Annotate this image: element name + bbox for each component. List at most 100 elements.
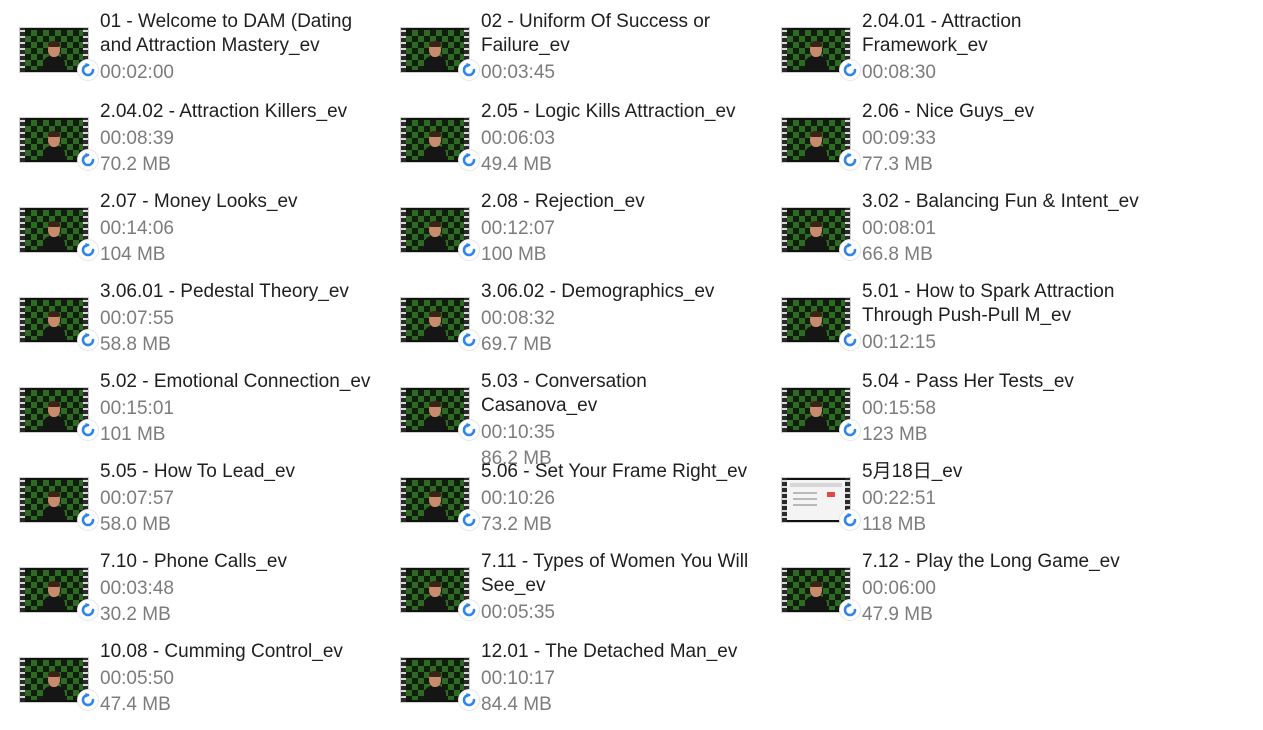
video-thumbnail[interactable] bbox=[20, 568, 98, 620]
file-duration: 00:08:32 bbox=[481, 308, 555, 329]
file-item[interactable]: 2.08 - Rejection_ev 00:12:07 100 MB bbox=[401, 190, 782, 280]
person-body bbox=[424, 56, 446, 70]
file-name: 2.04.01 - Attraction Framework_ev bbox=[862, 11, 1022, 56]
person-hair bbox=[48, 131, 60, 137]
file-size: 100 MB bbox=[481, 244, 547, 265]
file-duration: 00:05:50 bbox=[100, 668, 174, 689]
file-item[interactable]: 7.11 - Types of Women You Will See_ev 00:… bbox=[401, 550, 782, 640]
file-size: 73.2 MB bbox=[481, 514, 552, 535]
person-figure bbox=[43, 38, 65, 70]
file-meta: 2.05 - Logic Kills Attraction_ev 00:06:03… bbox=[481, 100, 761, 178]
person-body bbox=[805, 56, 827, 70]
video-thumbnail[interactable] bbox=[782, 28, 860, 80]
video-thumbnail[interactable] bbox=[20, 658, 98, 710]
file-item[interactable]: 7.10 - Phone Calls_ev 00:03:48 30.2 MB bbox=[20, 550, 401, 640]
thumbnail-frame bbox=[406, 660, 464, 700]
sync-arrow-icon bbox=[840, 240, 860, 260]
file-duration: 00:06:00 bbox=[862, 578, 936, 599]
file-item[interactable]: 3.06.02 - Demographics_ev 00:08:32 69.7 MB bbox=[401, 280, 782, 370]
file-duration: 00:14:06 bbox=[100, 218, 174, 239]
video-thumbnail[interactable] bbox=[401, 118, 479, 170]
person-figure bbox=[424, 488, 446, 520]
sync-arrow-icon bbox=[459, 420, 479, 440]
video-thumbnail[interactable] bbox=[20, 208, 98, 260]
file-duration: 00:10:17 bbox=[481, 668, 555, 689]
person-body bbox=[424, 416, 446, 430]
file-item[interactable]: 5.05 - How To Lead_ev 00:07:57 58.0 MB bbox=[20, 460, 401, 550]
video-thumbnail[interactable] bbox=[20, 28, 98, 80]
file-size: 58.8 MB bbox=[100, 334, 171, 355]
video-thumbnail[interactable] bbox=[401, 28, 479, 80]
file-size: 49.4 MB bbox=[481, 154, 552, 175]
person-hair bbox=[429, 671, 441, 677]
file-meta: 3.02 - Balancing Fun & Intent_ev 00:08:01… bbox=[862, 190, 1142, 268]
video-thumbnail[interactable] bbox=[782, 568, 860, 620]
video-thumbnail[interactable] bbox=[20, 478, 98, 530]
file-item[interactable]: 5.01 - How to Spark Attraction Through P… bbox=[782, 280, 1163, 370]
file-duration: 00:03:45 bbox=[481, 62, 555, 83]
video-thumbnail[interactable] bbox=[782, 298, 860, 350]
video-thumbnail[interactable] bbox=[782, 478, 860, 530]
sync-arrow-icon bbox=[840, 420, 860, 440]
file-name: 01 - Welcome to DAM (Dating and Attracti… bbox=[100, 11, 353, 56]
sync-arrow-icon bbox=[459, 240, 479, 260]
person-hair bbox=[429, 401, 441, 407]
file-item[interactable]: 2.04.02 - Attraction Killers_ev 00:08:39 7… bbox=[20, 100, 401, 190]
person-body bbox=[43, 416, 65, 430]
person-body bbox=[424, 326, 446, 340]
file-item[interactable]: 12.01 - The Detached Man_ev 00:10:17 84.4 … bbox=[401, 640, 782, 730]
file-name: 5月18日_ev bbox=[862, 461, 963, 482]
file-item[interactable]: 5.03 - Conversation Casanova_ev 00:10:35 8… bbox=[401, 370, 782, 469]
file-item[interactable]: 7.12 - Play the Long Game_ev 00:06:00 47.9… bbox=[782, 550, 1163, 640]
person-figure bbox=[43, 128, 65, 160]
file-item[interactable]: 3.02 - Balancing Fun & Intent_ev 00:08:01… bbox=[782, 190, 1163, 280]
file-item[interactable]: 02 - Uniform Of Success or Failure_ev 00:… bbox=[401, 10, 782, 100]
person-figure bbox=[43, 218, 65, 250]
person-figure bbox=[43, 578, 65, 610]
video-thumbnail[interactable] bbox=[20, 118, 98, 170]
file-item[interactable]: 5.06 - Set Your Frame Right_ev 00:10:26 73… bbox=[401, 460, 782, 550]
file-item[interactable]: 2.05 - Logic Kills Attraction_ev 00:06:03… bbox=[401, 100, 782, 190]
file-meta: 5.02 - Emotional Connection_ev 00:15:01 10… bbox=[100, 370, 380, 448]
file-item[interactable]: 10.08 - Cumming Control_ev 00:05:50 47.4 M… bbox=[20, 640, 401, 730]
file-item[interactable]: 5.02 - Emotional Connection_ev 00:15:01 10… bbox=[20, 370, 401, 460]
file-duration: 00:10:26 bbox=[481, 488, 555, 509]
thumbnail-frame bbox=[787, 30, 845, 70]
file-meta: 3.06.01 - Pedestal Theory_ev 00:07:55 58.8… bbox=[100, 280, 380, 358]
video-thumbnail[interactable] bbox=[782, 118, 860, 170]
video-thumbnail[interactable] bbox=[20, 388, 98, 440]
file-item[interactable]: 01 - Welcome to DAM (Dating and Attracti… bbox=[20, 10, 401, 100]
video-thumbnail[interactable] bbox=[401, 658, 479, 710]
file-item[interactable]: 5月18日_ev 00:22:51 118 MB bbox=[782, 460, 1163, 550]
file-duration: 00:05:35 bbox=[481, 602, 555, 623]
file-size: 58.0 MB bbox=[100, 514, 171, 535]
thumbnail-frame bbox=[25, 480, 83, 520]
file-meta: 12.01 - The Detached Man_ev 00:10:17 84.4 … bbox=[481, 640, 761, 718]
video-thumbnail[interactable] bbox=[782, 208, 860, 260]
video-thumbnail[interactable] bbox=[401, 208, 479, 260]
file-item[interactable]: 5.04 - Pass Her Tests_ev 00:15:58 123 MB bbox=[782, 370, 1163, 460]
video-thumbnail[interactable] bbox=[401, 478, 479, 530]
file-duration: 00:10:35 bbox=[481, 422, 555, 443]
file-item[interactable]: 3.06.01 - Pedestal Theory_ev 00:07:55 58.8… bbox=[20, 280, 401, 370]
thumbnail-frame bbox=[25, 570, 83, 610]
video-thumbnail[interactable] bbox=[782, 388, 860, 440]
thumbnail-frame bbox=[406, 480, 464, 520]
file-meta: 7.12 - Play the Long Game_ev 00:06:00 47.9… bbox=[862, 550, 1142, 628]
person-hair bbox=[429, 311, 441, 317]
video-thumbnail[interactable] bbox=[20, 298, 98, 350]
person-body bbox=[805, 236, 827, 250]
video-thumbnail[interactable] bbox=[401, 568, 479, 620]
file-duration: 00:08:39 bbox=[100, 128, 174, 149]
file-item[interactable]: 2.04.01 - Attraction Framework_ev 00:08:3… bbox=[782, 10, 1163, 100]
thumbnail-frame bbox=[406, 570, 464, 610]
video-thumbnail[interactable] bbox=[401, 388, 479, 440]
file-meta: 5.05 - How To Lead_ev 00:07:57 58.0 MB bbox=[100, 460, 380, 538]
person-body bbox=[424, 236, 446, 250]
file-item[interactable]: 2.07 - Money Looks_ev 00:14:06 104 MB bbox=[20, 190, 401, 280]
video-thumbnail[interactable] bbox=[401, 298, 479, 350]
screen-line bbox=[793, 498, 817, 500]
thumbnail-frame bbox=[787, 300, 845, 340]
sync-arrow-icon bbox=[459, 690, 479, 710]
file-item[interactable]: 2.06 - Nice Guys_ev 00:09:33 77.3 MB bbox=[782, 100, 1163, 190]
